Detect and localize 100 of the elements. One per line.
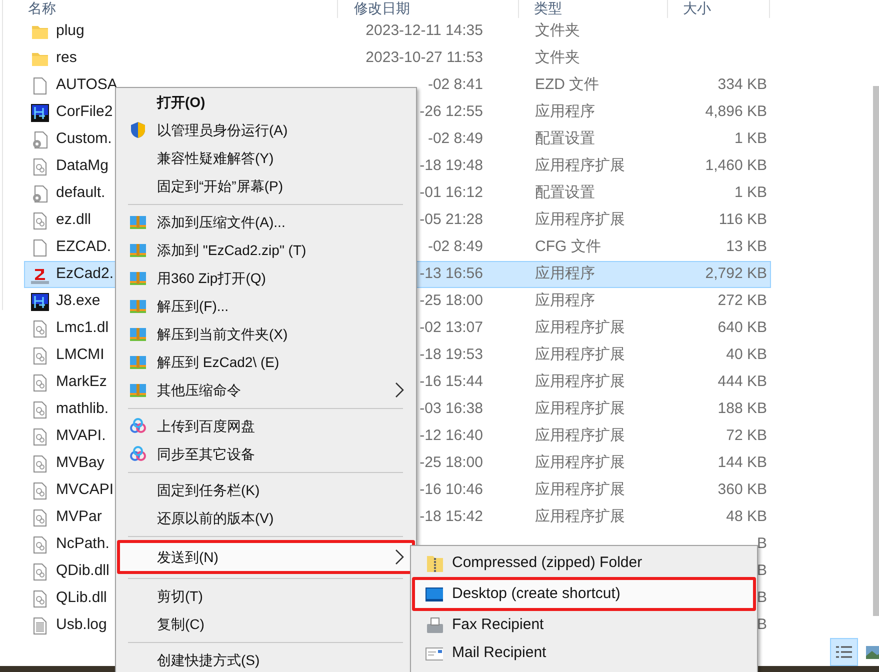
gear-document-icon <box>31 184 49 202</box>
file-name[interactable]: AUTOSA <box>56 76 118 94</box>
gear-document-icon <box>31 346 49 364</box>
document-icon <box>31 76 49 94</box>
modified-date: -01 16:12 <box>420 183 483 204</box>
menu-item[interactable]: 同步至其它设备 <box>117 440 415 468</box>
modified-date: 2023-12-11 14:35 <box>366 21 483 42</box>
file-type: 应用程序扩展 <box>535 373 625 390</box>
menu-item-label: 兼容性疑难解答(Y) <box>157 148 275 168</box>
file-name[interactable]: CorFile2 <box>56 103 113 120</box>
file-name[interactable]: QDib.dll <box>56 562 110 580</box>
menu-item[interactable]: 固定到任务栏(K) <box>117 476 415 504</box>
menu-item-label: 复制(C) <box>157 614 206 634</box>
archive-icon <box>129 353 147 371</box>
file-name[interactable]: res <box>56 49 77 66</box>
menu-item-label: Desktop (create shortcut) <box>452 584 622 604</box>
menu-item[interactable]: 发送到(N) <box>117 540 415 574</box>
file-name[interactable]: MVPar <box>56 508 102 526</box>
menu-item[interactable]: 解压到(F)... <box>117 292 415 320</box>
modified-date: -13 16:56 <box>420 264 483 284</box>
file-type: 应用程序扩展 <box>535 454 625 472</box>
menu-item[interactable]: 固定到“开始”屏幕(P) <box>117 172 415 200</box>
file-name[interactable]: MVCAPI <box>56 481 114 498</box>
file-type: 文件夹 <box>535 22 580 40</box>
scrollbar-thumb[interactable] <box>873 86 879 616</box>
menu-item[interactable]: Compressed (zipped) Folder <box>412 549 756 577</box>
file-name[interactable]: ez.dll <box>56 211 92 228</box>
menu-item-label: 同步至其它设备 <box>157 444 256 464</box>
gear-document-icon <box>31 562 49 580</box>
file-size: 360 KB <box>718 480 767 500</box>
column-header[interactable]: 大小 <box>683 0 711 16</box>
menu-item[interactable]: Mail Recipient <box>412 639 756 667</box>
menu-item-label: 解压到(F)... <box>157 296 230 316</box>
file-type: 应用程序扩展 <box>535 427 625 444</box>
file-name[interactable]: LMCMI <box>56 346 104 364</box>
file-name[interactable]: MVBay <box>56 454 104 472</box>
file-name[interactable]: plug <box>56 22 84 40</box>
modified-date: -02 8:41 <box>428 75 483 96</box>
menu-item[interactable]: 打开(O) <box>117 88 415 116</box>
file-type: 应用程序扩展 <box>535 508 625 526</box>
menu-item[interactable]: Desktop (create shortcut) <box>412 577 756 611</box>
modified-date: -02 13:07 <box>420 318 483 338</box>
file-size: B <box>756 615 767 636</box>
archive-icon <box>129 297 147 315</box>
modified-date: -25 18:00 <box>420 291 483 312</box>
column-header[interactable]: 类型 <box>534 0 562 16</box>
gear-document-icon <box>31 212 49 230</box>
menu-item-label: 还原以前的版本(V) <box>157 508 275 528</box>
file-size: B <box>756 534 767 554</box>
file-type: 应用程序 <box>535 265 595 282</box>
column-header[interactable]: 名称 <box>28 0 56 16</box>
details-view-button[interactable] <box>830 638 858 666</box>
cloud-icon <box>129 445 147 463</box>
menu-item[interactable]: 用360 Zip打开(Q) <box>117 264 415 292</box>
file-type: CFG 文件 <box>535 238 601 256</box>
menu-item-label: 解压到 EzCad2\ (E) <box>157 352 280 372</box>
file-type: 应用程序扩展 <box>535 319 625 336</box>
menu-item[interactable]: 还原以前的版本(V) <box>117 504 415 532</box>
file-name[interactable]: mathlib. <box>56 400 109 418</box>
menu-item[interactable]: 解压到当前文件夹(X) <box>117 320 415 348</box>
file-name[interactable]: MVAPI. <box>56 427 106 444</box>
menu-item[interactable]: 其他压缩命令 <box>117 376 415 404</box>
menu-item[interactable]: 上传到百度网盘 <box>117 412 415 440</box>
file-type: 配置设置 <box>535 184 595 202</box>
column-header[interactable]: 修改日期 <box>354 0 410 16</box>
menu-item-label: 上传到百度网盘 <box>157 416 256 436</box>
gear-document-icon <box>31 158 49 176</box>
modified-date: -25 18:00 <box>420 453 483 474</box>
menu-item-label: Mail Recipient <box>452 642 548 663</box>
file-type: 文件夹 <box>535 49 580 66</box>
file-name[interactable]: DataMg <box>56 157 109 174</box>
file-name[interactable]: Lmc1.dl <box>56 319 109 336</box>
gear-document-icon <box>31 536 49 554</box>
file-type: 应用程序扩展 <box>535 346 625 364</box>
file-size: 13 KB <box>726 237 767 258</box>
application-icon <box>31 292 49 310</box>
file-name[interactable]: MarkEz <box>56 373 107 390</box>
file-size: 72 KB <box>726 426 767 446</box>
menu-item[interactable]: Fax Recipient <box>412 611 756 639</box>
monitor-icon <box>425 585 443 603</box>
menu-item[interactable]: 添加到 "EzCad2.zip" (T) <box>117 236 415 264</box>
file-size: 2,792 KB <box>705 264 767 284</box>
zipped-folder-icon <box>425 554 443 572</box>
file-name[interactable]: EzCad2. <box>56 265 114 282</box>
list-icon <box>834 644 854 660</box>
file-name[interactable]: Usb.log <box>56 616 107 634</box>
file-name[interactable]: J8.exe <box>56 292 100 310</box>
file-name[interactable]: EZCAD. <box>56 238 112 256</box>
gear-document-icon <box>31 130 49 148</box>
file-name[interactable]: default. <box>56 184 106 202</box>
menu-item[interactable]: 解压到 EzCad2\ (E) <box>117 348 415 376</box>
menu-item[interactable]: 兼容性疑难解答(Y) <box>117 144 415 172</box>
modified-date: -16 10:46 <box>420 480 483 500</box>
menu-item[interactable]: 以管理员身份运行(A) <box>117 116 415 144</box>
menu-item[interactable]: 添加到压缩文件(A)... <box>117 208 415 236</box>
file-name[interactable]: NcPath. <box>56 535 110 552</box>
menu-item-label: 固定到任务栏(K) <box>157 480 261 500</box>
file-type: 应用程序 <box>535 103 595 120</box>
file-name[interactable]: QLib.dll <box>56 589 107 606</box>
file-name[interactable]: Custom. <box>56 130 112 148</box>
